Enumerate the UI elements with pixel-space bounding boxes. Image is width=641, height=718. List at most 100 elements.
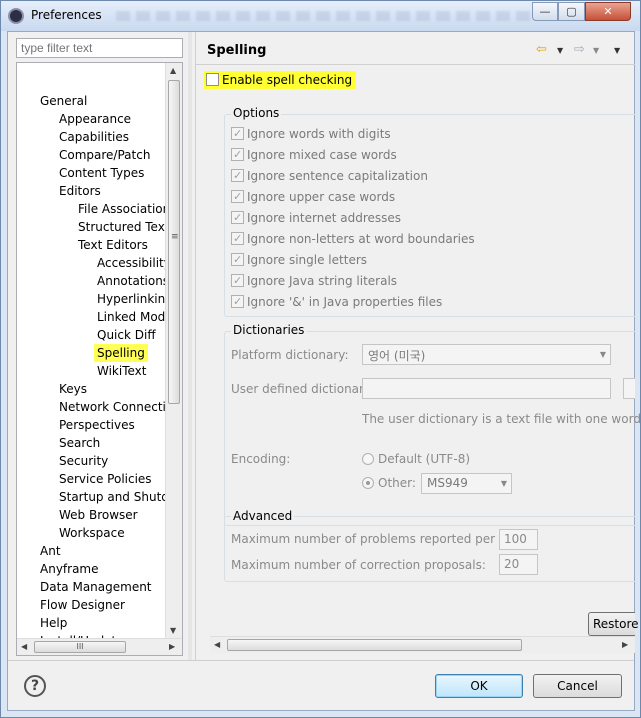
scroll-left-icon[interactable]: ◀ bbox=[214, 640, 220, 649]
scroll-left-icon[interactable]: ◀ bbox=[21, 642, 27, 651]
tree-horizontal-thumb[interactable]: III bbox=[34, 641, 126, 653]
scroll-right-icon[interactable]: ▶ bbox=[169, 642, 175, 651]
filter-input[interactable] bbox=[16, 38, 183, 58]
enable-spell-checking-label: Enable spell checking bbox=[222, 73, 353, 87]
tree-item[interactable]: Content Types bbox=[59, 164, 144, 182]
encoding-select[interactable]: MS949 ▼ bbox=[421, 473, 512, 494]
dictionaries-group-label: Dictionaries bbox=[231, 323, 307, 337]
option-checkbox[interactable] bbox=[231, 294, 244, 310]
tree-vertical-thumb[interactable]: ≡ bbox=[168, 80, 180, 404]
scroll-down-icon[interactable]: ▼ bbox=[170, 626, 176, 635]
option-checkbox[interactable] bbox=[231, 168, 244, 184]
platform-dictionary-label: Platform dictionary: bbox=[231, 348, 349, 362]
restore-defaults-button[interactable]: Restore bbox=[588, 612, 639, 636]
option-checkbox[interactable] bbox=[231, 210, 244, 226]
option-checkbox[interactable] bbox=[231, 126, 244, 142]
tree-item[interactable]: Help bbox=[40, 614, 67, 632]
option-checkbox[interactable] bbox=[231, 231, 244, 247]
view-menu-icon[interactable]: ▼ bbox=[614, 46, 620, 55]
title-separator bbox=[196, 64, 635, 65]
tree-item[interactable]: Flow Designer bbox=[40, 596, 125, 614]
other-encoding-radio[interactable]: Other: bbox=[362, 476, 416, 490]
tree-item[interactable]: Perspectives bbox=[59, 416, 135, 434]
tree-item[interactable]: Keys bbox=[59, 380, 87, 398]
default-radio-icon[interactable] bbox=[362, 452, 374, 465]
tree-item[interactable]: Workspace bbox=[59, 524, 125, 542]
option-checkbox[interactable] bbox=[231, 147, 244, 163]
option-checkbox[interactable] bbox=[231, 189, 244, 205]
default-encoding-radio[interactable]: Default (UTF-8) bbox=[362, 452, 470, 466]
cancel-button[interactable]: Cancel bbox=[533, 674, 622, 698]
default-encoding-label: Default (UTF-8) bbox=[378, 452, 471, 466]
tree-item[interactable]: Quick Diff bbox=[97, 326, 156, 344]
option-checkbox[interactable] bbox=[231, 252, 244, 268]
max-proposals-input[interactable]: 20 bbox=[499, 554, 538, 575]
option-item[interactable]: Ignore single letters bbox=[231, 252, 367, 268]
user-dictionary-input[interactable] bbox=[362, 378, 611, 399]
forward-dropdown-icon[interactable]: ▼ bbox=[593, 46, 599, 55]
tree-item[interactable]: General bbox=[40, 92, 87, 110]
option-item[interactable]: Ignore sentence capitalization bbox=[231, 168, 428, 184]
chevron-down-icon: ▼ bbox=[500, 479, 507, 488]
tree-item[interactable]: Annotations bbox=[97, 272, 169, 290]
forward-arrow-icon[interactable]: ⇨ bbox=[574, 42, 585, 57]
option-item[interactable]: Ignore mixed case words bbox=[231, 147, 397, 163]
platform-dictionary-select[interactable]: 영어 (미국) ▼ bbox=[362, 344, 611, 365]
option-label: Ignore upper case words bbox=[247, 190, 396, 204]
tree-item[interactable]: Anyframe bbox=[40, 560, 99, 578]
window-title: Preferences bbox=[31, 8, 102, 22]
option-item[interactable]: Ignore upper case words bbox=[231, 189, 395, 205]
tree-horizontal-scrollbar[interactable]: ◀ III ▶ bbox=[17, 638, 182, 655]
tree-item[interactable]: Accessibility bbox=[97, 254, 171, 272]
preference-page: Spelling ⇦ ▼ ⇨ ▼ ▼ Enable spell checking… bbox=[195, 32, 641, 660]
page-horizontal-thumb[interactable] bbox=[227, 639, 522, 651]
max-problems-input[interactable]: 100 bbox=[499, 529, 538, 550]
minimize-button[interactable]: — bbox=[532, 2, 558, 21]
tree-item[interactable]: Appearance bbox=[59, 110, 131, 128]
advanced-group bbox=[224, 516, 635, 582]
option-item[interactable]: Ignore internet addresses bbox=[231, 210, 401, 226]
tree-item[interactable]: Text Editors bbox=[78, 236, 148, 254]
max-problems-label: Maximum number of problems reported per … bbox=[231, 532, 522, 546]
tree-item[interactable]: Search bbox=[59, 434, 100, 452]
tree-item[interactable]: Service Policies bbox=[59, 470, 152, 488]
tree-item[interactable]: Capabilities bbox=[59, 128, 129, 146]
tree-item[interactable]: WikiText bbox=[97, 362, 147, 380]
tree-item[interactable]: Data Management bbox=[40, 578, 152, 596]
option-item[interactable]: Ignore words with digits bbox=[231, 126, 391, 142]
page-horizontal-scrollbar[interactable]: ◀ ▶ bbox=[210, 636, 635, 653]
option-item[interactable]: Ignore Java string literals bbox=[231, 273, 397, 289]
tree-item[interactable]: Hyperlinking bbox=[97, 290, 173, 308]
tree-item[interactable]: Structured Text bbox=[78, 218, 170, 236]
other-radio-icon[interactable] bbox=[362, 476, 374, 489]
tree-item[interactable]: Spelling bbox=[94, 344, 148, 362]
preference-tree: General Appearance Capabilities Compare/Pat… bbox=[16, 62, 183, 656]
option-label: Ignore '&' in Java properties files bbox=[247, 295, 443, 309]
ok-button[interactable]: OK bbox=[435, 674, 523, 698]
browse-button[interactable] bbox=[623, 378, 635, 399]
tree-item[interactable]: Security bbox=[59, 452, 108, 470]
enable-spell-checking-checkbox[interactable] bbox=[206, 73, 219, 86]
back-dropdown-icon[interactable]: ▼ bbox=[557, 46, 563, 55]
tree-item[interactable]: Web Browser bbox=[59, 506, 138, 524]
help-icon[interactable]: ? bbox=[24, 675, 46, 697]
option-label: Ignore single letters bbox=[247, 253, 368, 267]
enable-spell-checking[interactable]: Enable spell checking bbox=[204, 71, 357, 89]
encoding-value: MS949 bbox=[427, 476, 468, 490]
sash[interactable] bbox=[188, 32, 192, 660]
scroll-right-icon[interactable]: ▶ bbox=[622, 640, 628, 649]
tree-item[interactable]: Linked Mode bbox=[97, 308, 173, 326]
back-arrow-icon[interactable]: ⇦ bbox=[536, 42, 547, 57]
option-label: Ignore non-letters at word boundaries bbox=[247, 232, 475, 246]
scroll-up-icon[interactable]: ▲ bbox=[170, 66, 176, 75]
option-item[interactable]: Ignore non-letters at word boundaries bbox=[231, 231, 475, 247]
tree-item[interactable]: File Associations bbox=[78, 200, 176, 218]
tree-item[interactable]: Editors bbox=[59, 182, 101, 200]
tree-vertical-scrollbar[interactable]: ▲ ≡ ▼ bbox=[165, 63, 182, 639]
tree-item[interactable]: Compare/Patch bbox=[59, 146, 150, 164]
option-checkbox[interactable] bbox=[231, 273, 244, 289]
option-item[interactable]: Ignore '&' in Java properties files bbox=[231, 294, 442, 310]
close-button[interactable]: ✕ bbox=[585, 2, 631, 21]
tree-item[interactable]: Ant bbox=[40, 542, 61, 560]
maximize-button[interactable]: ▢ bbox=[558, 2, 585, 21]
